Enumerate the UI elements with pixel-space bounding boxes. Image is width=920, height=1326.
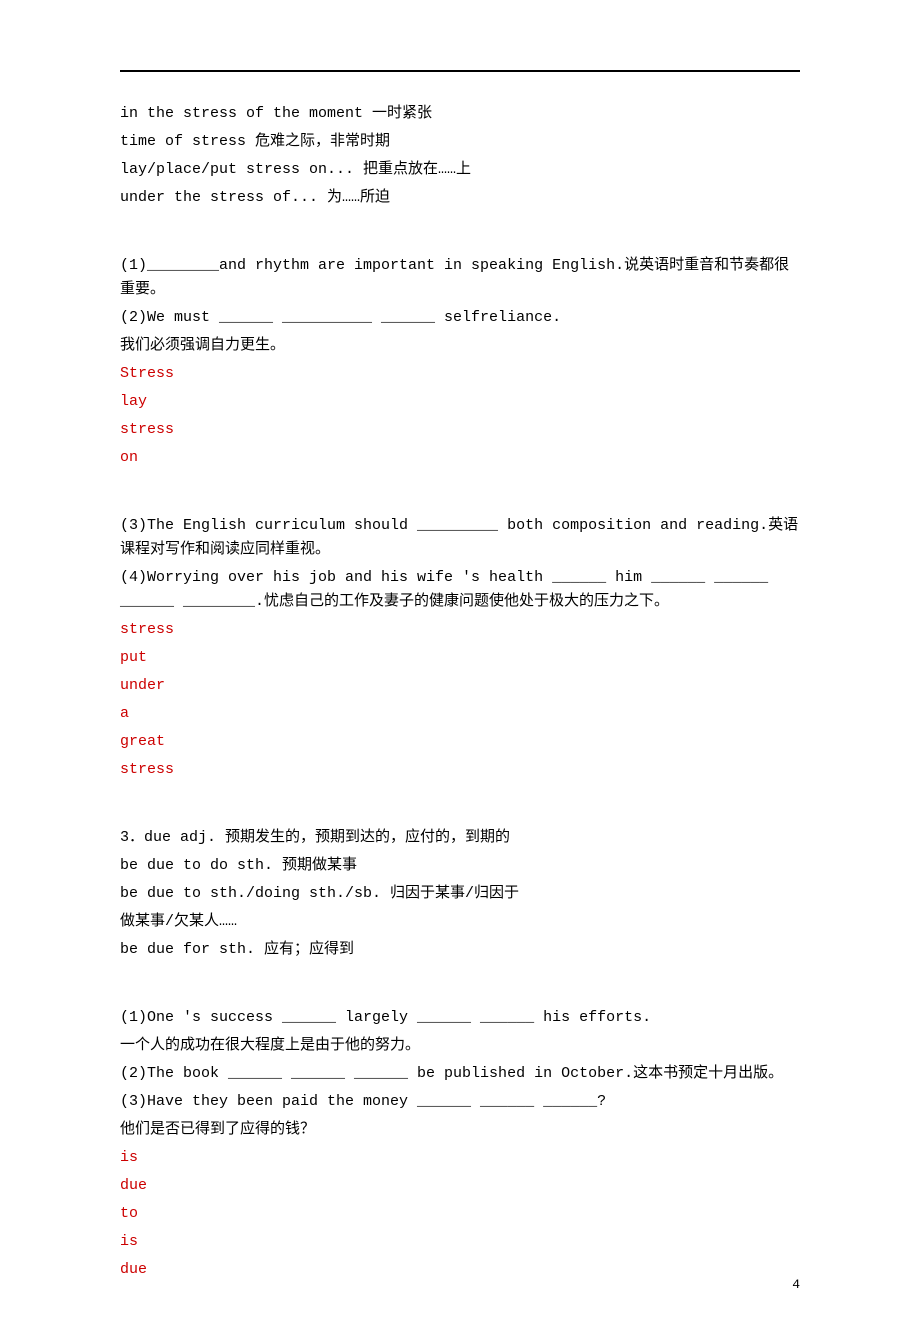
body-line: in the stress of the moment 一时紧张 [120, 102, 800, 126]
body-line: time of stress 危难之际，非常时期 [120, 130, 800, 154]
answer-line: stress [120, 418, 800, 442]
body-line: be due for sth. 应有；应得到 [120, 938, 800, 962]
body-line: (1)________and rhythm are important in s… [120, 254, 800, 302]
answer-line: is [120, 1230, 800, 1254]
answer-line: on [120, 446, 800, 470]
body-line: (3)Have they been paid the money ______ … [120, 1090, 800, 1114]
body-line: under the stress of... 为……所迫 [120, 186, 800, 210]
body-line: (4)Worrying over his job and his wife 's… [120, 566, 800, 614]
answer-line: stress [120, 618, 800, 642]
spacing-gap [120, 234, 800, 254]
answer-line: to [120, 1202, 800, 1226]
body-line: (3)The English curriculum should _______… [120, 514, 800, 562]
answer-line: is [120, 1146, 800, 1170]
body-line: (2)We must ______ __________ ______ self… [120, 306, 800, 330]
answer-line: due [120, 1174, 800, 1198]
body-line: (1)One 's success ______ largely ______ … [120, 1006, 800, 1030]
body-line: (2)The book ______ ______ ______ be publ… [120, 1062, 800, 1086]
answer-line: put [120, 646, 800, 670]
spacing-gap [120, 494, 800, 514]
body-line: lay/place/put stress on... 把重点放在……上 [120, 158, 800, 182]
spacing-gap [120, 806, 800, 826]
answer-line: lay [120, 390, 800, 414]
body-line: 一个人的成功在很大程度上是由于他的努力。 [120, 1034, 800, 1058]
spacing-gap [120, 966, 800, 986]
body-line: 他们是否已得到了应得的钱？ [120, 1118, 800, 1142]
document-page: in the stress of the moment 一时紧张 time of … [0, 0, 920, 1326]
page-number: 4 [792, 1275, 800, 1296]
spacing-gap [120, 474, 800, 494]
spacing-gap [120, 986, 800, 1006]
answer-line: great [120, 730, 800, 754]
answer-line: due [120, 1258, 800, 1282]
answer-line: stress [120, 758, 800, 782]
body-line: 3．due adj. 预期发生的，预期到达的，应付的，到期的 [120, 826, 800, 850]
answer-line: Stress [120, 362, 800, 386]
answer-line: under [120, 674, 800, 698]
page-content: in the stress of the moment 一时紧张 time of … [120, 102, 800, 1282]
top-border [120, 70, 800, 72]
body-line: be due to sth./doing sth./sb. 归因于某事/归因于 [120, 882, 800, 906]
spacing-gap [120, 786, 800, 806]
spacing-gap [120, 214, 800, 234]
answer-line: a [120, 702, 800, 726]
body-line: be due to do sth. 预期做某事 [120, 854, 800, 878]
body-line: 做某事/欠某人…… [120, 910, 800, 934]
body-line: 我们必须强调自力更生。 [120, 334, 800, 358]
